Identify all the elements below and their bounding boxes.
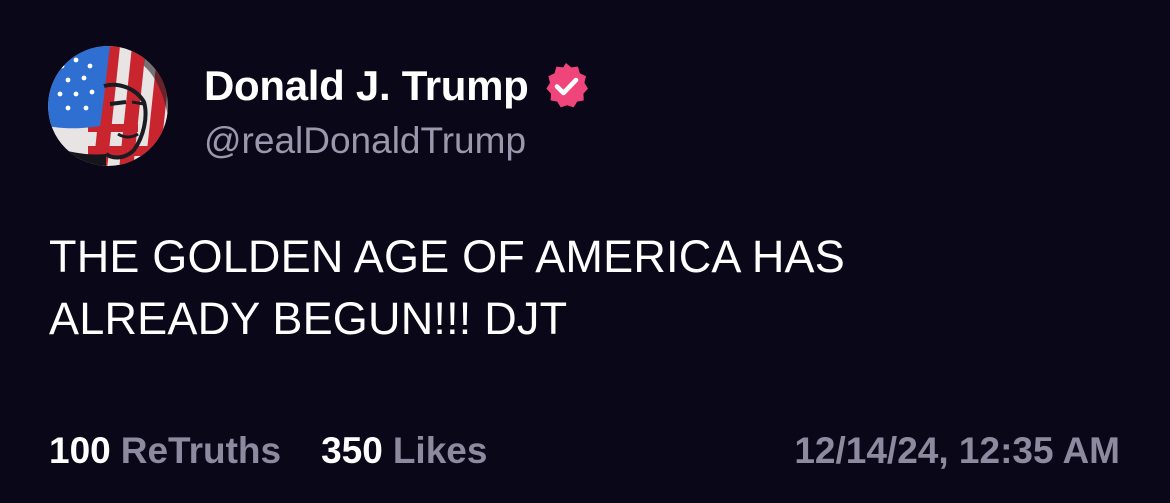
post-body: THE GOLDEN AGE OF AMERICA HAS ALREADY BE… [49, 226, 1109, 350]
retruths-count: 100 [49, 430, 111, 471]
retruths-stat[interactable]: 100 ReTruths [49, 430, 281, 472]
retruths-label: ReTruths [120, 430, 282, 471]
post-timestamp: 12/14/24, 12:35 AM [794, 430, 1120, 471]
post-body-line: ALREADY BEGUN!!! DJT [49, 293, 568, 344]
author-display-name[interactable]: Donald J. Trump [204, 62, 529, 110]
author-handle[interactable]: @realDonaldTrump [204, 120, 526, 162]
post-stats: 100 ReTruths 350 Likes [49, 430, 487, 472]
likes-stat[interactable]: 350 Likes [321, 430, 487, 472]
likes-count: 350 [321, 430, 383, 471]
post-body-line: THE GOLDEN AGE OF AMERICA HAS [49, 231, 845, 282]
author-name-row: Donald J. Trump [204, 58, 591, 114]
likes-label: Likes [392, 430, 488, 471]
flag-portrait-icon [48, 46, 168, 166]
verified-badge-icon [541, 61, 591, 111]
author-avatar[interactable] [48, 46, 168, 166]
truth-post: Donald J. Trump @realDonaldTrump THE GOL… [0, 0, 1170, 503]
